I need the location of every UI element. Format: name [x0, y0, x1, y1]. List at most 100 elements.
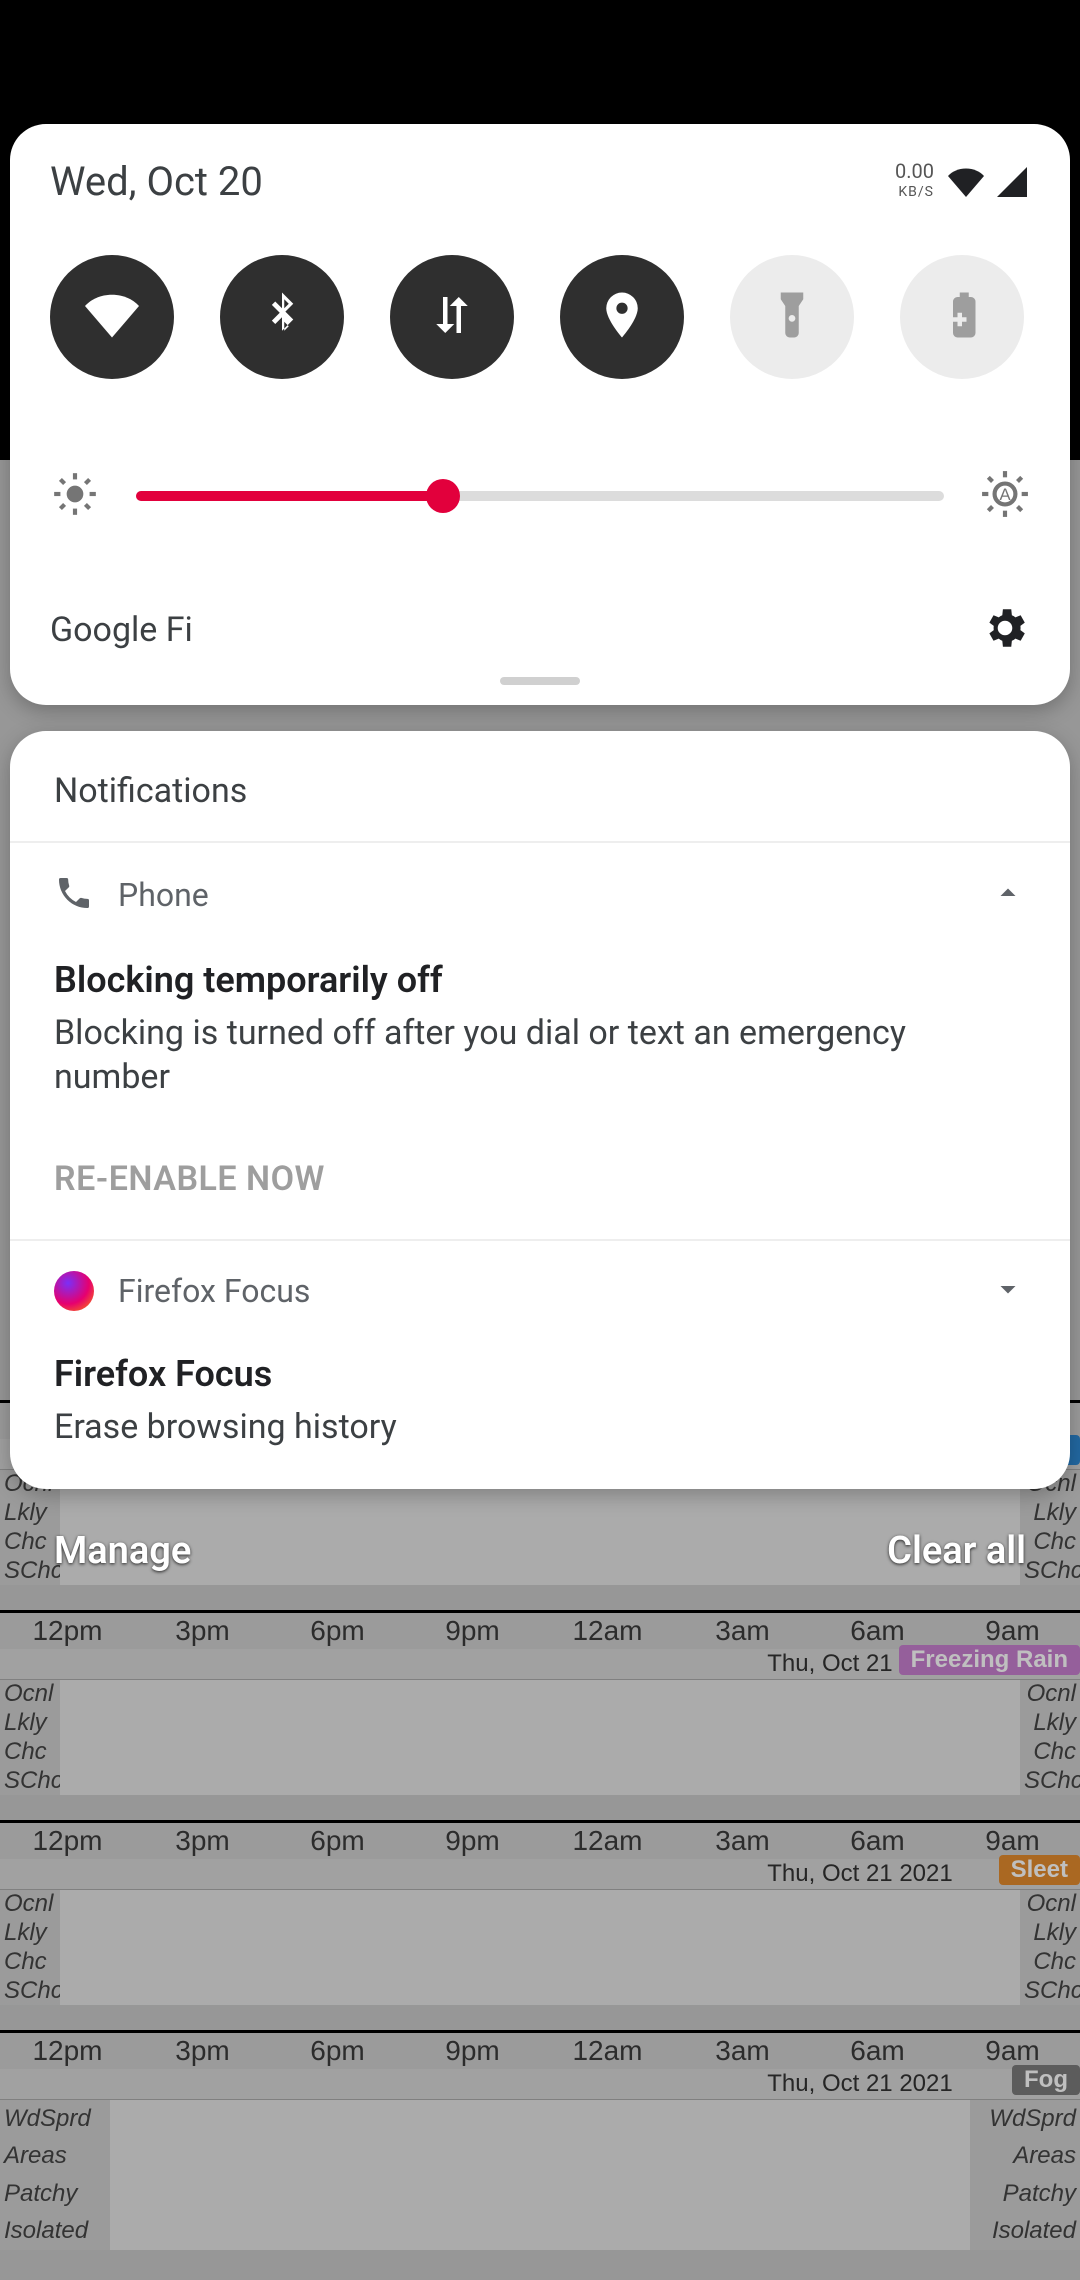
- weather-date-label: Thu, Oct 21 2021: [0, 1859, 1080, 1890]
- notification-title: Blocking temporarily off: [54, 959, 1026, 1001]
- brightness-auto-icon[interactable]: A: [980, 469, 1030, 523]
- firefox-focus-icon: [54, 1271, 94, 1311]
- location-icon: [595, 288, 649, 346]
- time-label: 3pm: [135, 1613, 270, 1649]
- weather-panel: 12pm3pm6pm9pm12am3am6am9amThu, Oct 21 20…: [0, 2030, 1080, 2250]
- weather-row-label: Chc: [0, 1740, 60, 1764]
- time-label: 6pm: [270, 1823, 405, 1859]
- notification-phone[interactable]: Phone Blocking temporarily off Blocking …: [10, 843, 1070, 1239]
- notification-action-reenable[interactable]: RE-ENABLE NOW: [54, 1159, 1026, 1199]
- notification-app-name: Phone: [118, 876, 966, 914]
- status-icons: [948, 164, 1030, 200]
- wifi-status-icon: [948, 164, 984, 200]
- qs-tile-location[interactable]: [560, 255, 684, 379]
- weather-date-label: Thu, Oct 21 2021: [0, 2069, 1080, 2100]
- weather-panel: 12pm3pm6pm9pm12am3am6am9amThu, Oct 21 20…: [0, 1610, 1080, 1795]
- battery-saver-icon: [935, 288, 989, 346]
- time-label: 9am: [945, 2033, 1080, 2069]
- weather-type-badge: Fog: [1012, 2065, 1080, 2095]
- time-label: 3pm: [135, 2033, 270, 2069]
- notification-shade: Wed, Oct 20 0.00 KB/S: [10, 124, 1070, 1573]
- network-rate-unit: KB/S: [898, 184, 934, 200]
- status-date[interactable]: Wed, Oct 20: [50, 158, 895, 205]
- data-icon: [425, 288, 479, 346]
- time-label: 9pm: [405, 2033, 540, 2069]
- time-label: 3am: [675, 2033, 810, 2069]
- svg-text:A: A: [999, 485, 1011, 504]
- time-label: 12am: [540, 1613, 675, 1649]
- settings-button[interactable]: [980, 603, 1030, 657]
- qs-tile-wifi[interactable]: [50, 255, 174, 379]
- time-label: 6am: [810, 1823, 945, 1859]
- time-label: 12pm: [0, 1823, 135, 1859]
- weather-row-label: Areas: [970, 2144, 1080, 2168]
- time-label: 6am: [810, 2033, 945, 2069]
- weather-panel: 12pm3pm6pm9pm12am3am6am9amThu, Oct 21 20…: [0, 1820, 1080, 2005]
- weather-row-label: Ocnl: [1020, 1682, 1080, 1706]
- time-label: 12pm: [0, 1613, 135, 1649]
- notifications-section-title: Notifications: [10, 731, 1070, 841]
- notification-title: Firefox Focus: [54, 1353, 1026, 1395]
- time-label: 9am: [945, 1613, 1080, 1649]
- quick-settings-panel: Wed, Oct 20 0.00 KB/S: [10, 124, 1070, 705]
- collapse-icon[interactable]: [990, 875, 1026, 915]
- brightness-row: A: [50, 469, 1030, 523]
- time-label: 3am: [675, 1823, 810, 1859]
- quick-settings-tiles: [50, 255, 1030, 379]
- brightness-slider[interactable]: [136, 491, 944, 501]
- weather-row-label: SChc: [0, 1769, 60, 1793]
- qs-tile-bluetooth[interactable]: [220, 255, 344, 379]
- qs-tile-flashlight[interactable]: [730, 255, 854, 379]
- expand-icon[interactable]: [990, 1271, 1026, 1311]
- qs-tile-data[interactable]: [390, 255, 514, 379]
- weather-row-label: Lkly: [0, 1711, 60, 1735]
- weather-row-label: WdSprd: [970, 2107, 1080, 2131]
- manage-notifications-button[interactable]: Manage: [54, 1529, 191, 1573]
- weather-row-label: Isolated: [0, 2219, 110, 2243]
- bluetooth-icon: [255, 288, 309, 346]
- weather-type-badge: Sleet: [999, 1855, 1080, 1885]
- notification-app-name: Firefox Focus: [118, 1272, 966, 1310]
- time-label: 9pm: [405, 1823, 540, 1859]
- time-label: 12am: [540, 2033, 675, 2069]
- network-rate-value: 0.00: [895, 159, 934, 183]
- carrier-label: Google Fi: [50, 610, 980, 650]
- wifi-icon: [85, 288, 139, 346]
- weather-row-label: SChc: [0, 1979, 60, 2003]
- notification-firefox-focus[interactable]: Firefox Focus Firefox Focus Erase browsi…: [10, 1241, 1070, 1489]
- weather-row-label: Lkly: [1020, 1711, 1080, 1735]
- weather-row-label: Chc: [0, 1950, 60, 1974]
- time-label: 9pm: [405, 1613, 540, 1649]
- network-rate: 0.00 KB/S: [895, 162, 934, 201]
- weather-row-label: WdSprd: [0, 2107, 110, 2131]
- weather-row-label: Chc: [1020, 1950, 1080, 1974]
- brightness-slider-thumb[interactable]: [426, 479, 460, 513]
- flashlight-icon: [765, 288, 819, 346]
- phone-icon: [54, 873, 94, 917]
- notification-body: Blocking is turned off after you dial or…: [54, 1011, 1026, 1099]
- notification-body: Erase browsing history: [54, 1405, 1026, 1449]
- time-label: 12pm: [0, 2033, 135, 2069]
- weather-row-label: Ocnl: [1020, 1892, 1080, 1916]
- weather-row-label: Isolated: [970, 2219, 1080, 2243]
- brightness-low-icon[interactable]: [50, 469, 100, 523]
- time-label: 6pm: [270, 1613, 405, 1649]
- qs-tile-battery-saver[interactable]: [900, 255, 1024, 379]
- weather-row-label: Patchy: [970, 2182, 1080, 2206]
- time-label: 3pm: [135, 1823, 270, 1859]
- weather-row-label: Patchy: [0, 2182, 110, 2206]
- clear-all-button[interactable]: Clear all: [887, 1529, 1026, 1573]
- time-label: 3am: [675, 1613, 810, 1649]
- weather-row-label: Lkly: [0, 1921, 60, 1945]
- weather-type-badge: Freezing Rain: [899, 1645, 1080, 1675]
- weather-row-label: Areas: [0, 2144, 110, 2168]
- weather-row-label: Lkly: [1020, 1921, 1080, 1945]
- weather-row-label: Ocnl: [0, 1682, 60, 1706]
- weather-row-label: SChc: [1020, 1769, 1080, 1793]
- time-label: 6pm: [270, 2033, 405, 2069]
- time-label: 12am: [540, 1823, 675, 1859]
- shade-expand-handle[interactable]: [500, 677, 580, 685]
- time-label: 6am: [810, 1613, 945, 1649]
- time-label: 9am: [945, 1823, 1080, 1859]
- cellular-status-icon: [994, 164, 1030, 200]
